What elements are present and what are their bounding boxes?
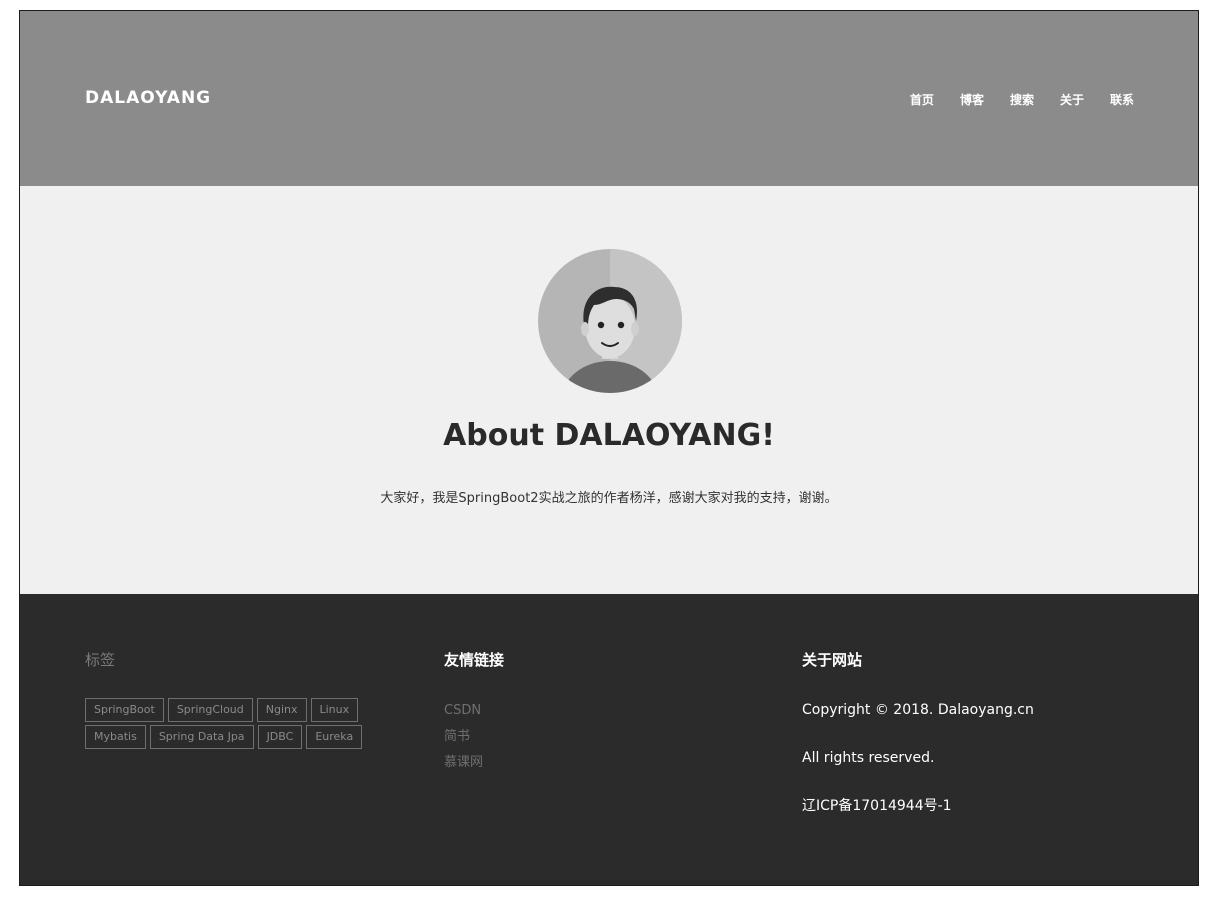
tag-mybatis[interactable]: Mybatis bbox=[85, 725, 146, 749]
about-title: About DALAOYANG! bbox=[443, 418, 775, 453]
tag-list: SpringBoot SpringCloud Nginx Linux Mybat… bbox=[85, 698, 415, 752]
brand-logo[interactable]: DALAOYANG bbox=[85, 88, 211, 108]
rights-text: All rights reserved. bbox=[802, 750, 935, 766]
about-site-title: 关于网站 bbox=[802, 651, 863, 669]
nav-item-blog[interactable]: 博客 bbox=[960, 91, 984, 108]
tag-eureka[interactable]: Eureka bbox=[306, 725, 363, 749]
about-section: About DALAOYANG! 大家好，我是SpringBoot2实战之旅的作… bbox=[20, 186, 1198, 594]
friend-links: CSDN 简书 慕课网 bbox=[444, 698, 483, 776]
tag-linux[interactable]: Linux bbox=[310, 698, 359, 722]
main-nav: 首页 博客 搜索 关于 联系 bbox=[884, 91, 1134, 108]
tag-jdbc[interactable]: JDBC bbox=[257, 725, 303, 749]
site-footer: 标签 SpringBoot SpringCloud Nginx Linux My… bbox=[20, 594, 1198, 885]
nav-item-contact[interactable]: 联系 bbox=[1110, 91, 1134, 108]
link-csdn[interactable]: CSDN bbox=[444, 698, 483, 724]
copyright-text: Copyright © 2018. Dalaoyang.cn bbox=[802, 702, 1034, 718]
tag-springboot[interactable]: SpringBoot bbox=[85, 698, 164, 722]
site-header: DALAOYANG 首页 博客 搜索 关于 联系 bbox=[20, 11, 1198, 186]
nav-item-search[interactable]: 搜索 bbox=[1010, 91, 1034, 108]
tag-nginx[interactable]: Nginx bbox=[256, 698, 307, 722]
link-imooc[interactable]: 慕课网 bbox=[444, 750, 483, 776]
page-frame: DALAOYANG 首页 博客 搜索 关于 联系 About DALAOYANG… bbox=[19, 10, 1199, 886]
about-site-info: Copyright © 2018. Dalaoyang.cn All right… bbox=[802, 698, 1034, 842]
tag-springcloud[interactable]: SpringCloud bbox=[167, 698, 253, 722]
nav-item-home[interactable]: 首页 bbox=[910, 91, 934, 108]
link-jianshu[interactable]: 简书 bbox=[444, 724, 483, 750]
tag-spring-data-jpa[interactable]: Spring Data Jpa bbox=[149, 725, 254, 749]
icp-text: 辽ICP备17014944号-1 bbox=[802, 798, 952, 814]
about-description: 大家好，我是SpringBoot2实战之旅的作者杨洋，感谢大家对我的支持，谢谢。 bbox=[380, 491, 838, 506]
tags-title: 标签 bbox=[85, 651, 116, 669]
nav-item-about[interactable]: 关于 bbox=[1060, 91, 1084, 108]
links-title: 友情链接 bbox=[444, 651, 505, 669]
user-avatar-icon bbox=[538, 249, 682, 393]
